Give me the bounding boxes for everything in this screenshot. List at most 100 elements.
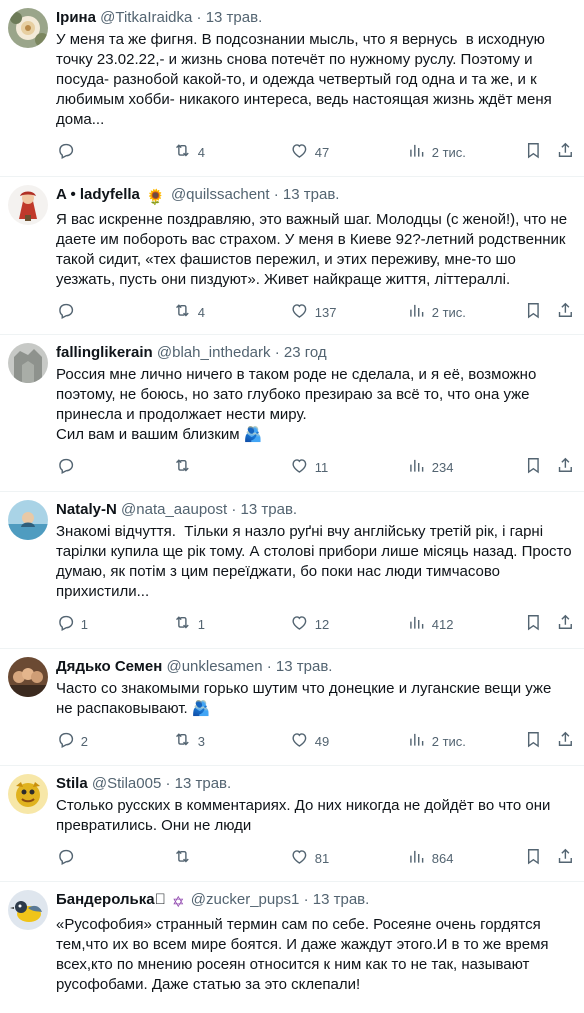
like-button[interactable]: 137 (290, 302, 336, 322)
like-count: 81 (314, 850, 330, 866)
retweet-icon (173, 730, 192, 752)
retweet-button[interactable] (173, 457, 198, 477)
bookmark-button[interactable] (524, 302, 543, 322)
tweet-actions: 11 234 (56, 457, 572, 477)
display-name[interactable]: Дядько Семен (56, 658, 162, 675)
avatar[interactable] (8, 890, 48, 930)
like-button[interactable]: 11 (290, 457, 328, 477)
like-count: 12 (314, 616, 330, 632)
user-handle[interactable]: @nata_aaupost (121, 501, 227, 518)
display-name[interactable]: Бандеролька⃣ (56, 891, 166, 908)
tweet-header: Дядько Семен @unklesamen · 13 трав. (56, 657, 572, 677)
retweet-button[interactable] (173, 848, 198, 868)
views-button[interactable]: 2 тис. (407, 302, 466, 322)
like-count: 49 (314, 733, 330, 749)
reply-button[interactable] (56, 142, 81, 162)
timestamp[interactable]: 13 трав. (313, 891, 370, 908)
like-button[interactable]: 81 (290, 848, 329, 868)
heart-icon (290, 730, 309, 752)
tweet-text: Часто со знакомыми горько шутим что доне… (56, 680, 556, 717)
display-name[interactable]: Ірина (56, 9, 96, 26)
reply-count: 2 (80, 733, 88, 749)
share-button[interactable] (556, 457, 575, 477)
tweet[interactable]: Nataly-N @nata_aaupost · 13 трав. Знаком… (0, 492, 584, 649)
avatar[interactable] (8, 657, 48, 697)
share-button[interactable] (556, 614, 575, 634)
bookmark-icon (524, 847, 543, 869)
like-button[interactable]: 12 (290, 614, 329, 634)
tweet[interactable]: Бандеролька⃣ ✡ @zucker_pups1 · 13 трав. … (0, 882, 584, 1013)
reply-icon (56, 847, 75, 869)
timestamp[interactable]: 13 трав. (175, 775, 232, 792)
reply-button[interactable] (56, 302, 81, 322)
reply-button[interactable] (56, 848, 81, 868)
views-button[interactable]: 2 тис. (407, 731, 466, 751)
views-button[interactable]: 412 (407, 614, 453, 634)
share-icon (556, 613, 575, 635)
retweet-button[interactable]: 4 (173, 302, 205, 322)
bookmark-button[interactable] (524, 142, 543, 162)
display-name[interactable]: Nataly-N (56, 501, 117, 518)
share-icon (556, 301, 575, 323)
tweet-header: A • ladyfella 🌻 @quilssachent · 13 трав. (56, 185, 572, 208)
views-count: 2 тис. (431, 304, 466, 320)
tweet-text: Россия мне лично ничего в таком роде не … (56, 366, 537, 443)
avatar[interactable] (8, 343, 48, 383)
timestamp[interactable]: 13 трав. (276, 658, 333, 675)
views-count: 234 (431, 459, 454, 475)
share-button[interactable] (556, 302, 575, 322)
reply-button[interactable] (56, 457, 81, 477)
bookmark-icon (524, 141, 543, 163)
bookmark-button[interactable] (524, 614, 543, 634)
views-button[interactable]: 864 (407, 848, 453, 868)
bookmark-icon (524, 456, 543, 478)
avatar[interactable] (8, 8, 48, 48)
timestamp[interactable]: 23 год (284, 344, 327, 361)
reply-button[interactable]: 1 (56, 614, 88, 634)
tweet[interactable]: Stila @Stila005 · 13 трав. Столько русск… (0, 766, 584, 882)
share-icon (556, 847, 575, 869)
tweet[interactable]: A • ladyfella 🌻 @quilssachent · 13 трав.… (0, 177, 584, 335)
bookmark-button[interactable] (524, 457, 543, 477)
retweet-button[interactable]: 3 (173, 731, 205, 751)
share-button[interactable] (556, 142, 575, 162)
retweet-button[interactable]: 1 (173, 614, 205, 634)
reply-icon (56, 301, 75, 323)
reply-button[interactable]: 2 (56, 731, 88, 751)
user-handle[interactable]: @TitkaIraidka (100, 9, 192, 26)
tweet-text: Знакомі відчуття. Тільки я назло руґні в… (56, 523, 576, 600)
share-button[interactable] (556, 848, 575, 868)
display-name[interactable]: A • ladyfella (56, 186, 140, 203)
bookmark-button[interactable] (524, 848, 543, 868)
timestamp[interactable]: 13 трав. (241, 501, 298, 518)
timestamp[interactable]: 13 трав. (283, 186, 340, 203)
bookmark-button[interactable] (524, 731, 543, 751)
avatar[interactable] (8, 500, 48, 540)
like-count: 47 (314, 144, 330, 160)
user-handle[interactable]: @quilssachent (171, 186, 270, 203)
user-handle[interactable]: @blah_inthedark (157, 344, 271, 361)
display-name[interactable]: fallinglikerain (56, 344, 153, 361)
share-button[interactable] (556, 731, 575, 751)
retweet-count: 4 (197, 144, 205, 160)
bookmark-icon (524, 613, 543, 635)
user-handle[interactable]: @Stila005 (92, 775, 161, 792)
tweet[interactable]: Ірина @TitkaIraidka · 13 трав. У меня та… (0, 0, 584, 177)
display-name[interactable]: Stila (56, 775, 88, 792)
views-button[interactable]: 234 (407, 457, 453, 477)
like-button[interactable]: 49 (290, 731, 329, 751)
avatar[interactable] (8, 185, 48, 225)
bookmark-icon (524, 730, 543, 752)
tweet-header: Stila @Stila005 · 13 трав. (56, 774, 572, 794)
timestamp[interactable]: 13 трав. (206, 9, 263, 26)
like-button[interactable]: 47 (290, 142, 329, 162)
avatar[interactable] (8, 774, 48, 814)
retweet-button[interactable]: 4 (173, 142, 205, 162)
user-handle[interactable]: @zucker_pups1 (191, 891, 300, 908)
tweet-actions: 4 47 2 тис. (56, 142, 572, 162)
views-button[interactable]: 2 тис. (407, 142, 466, 162)
tweet[interactable]: fallinglikerain @blah_inthedark · 23 год… (0, 335, 584, 492)
retweet-icon (173, 456, 192, 478)
tweet[interactable]: Дядько Семен @unklesamen · 13 трав. Част… (0, 649, 584, 766)
user-handle[interactable]: @unklesamen (166, 658, 262, 675)
